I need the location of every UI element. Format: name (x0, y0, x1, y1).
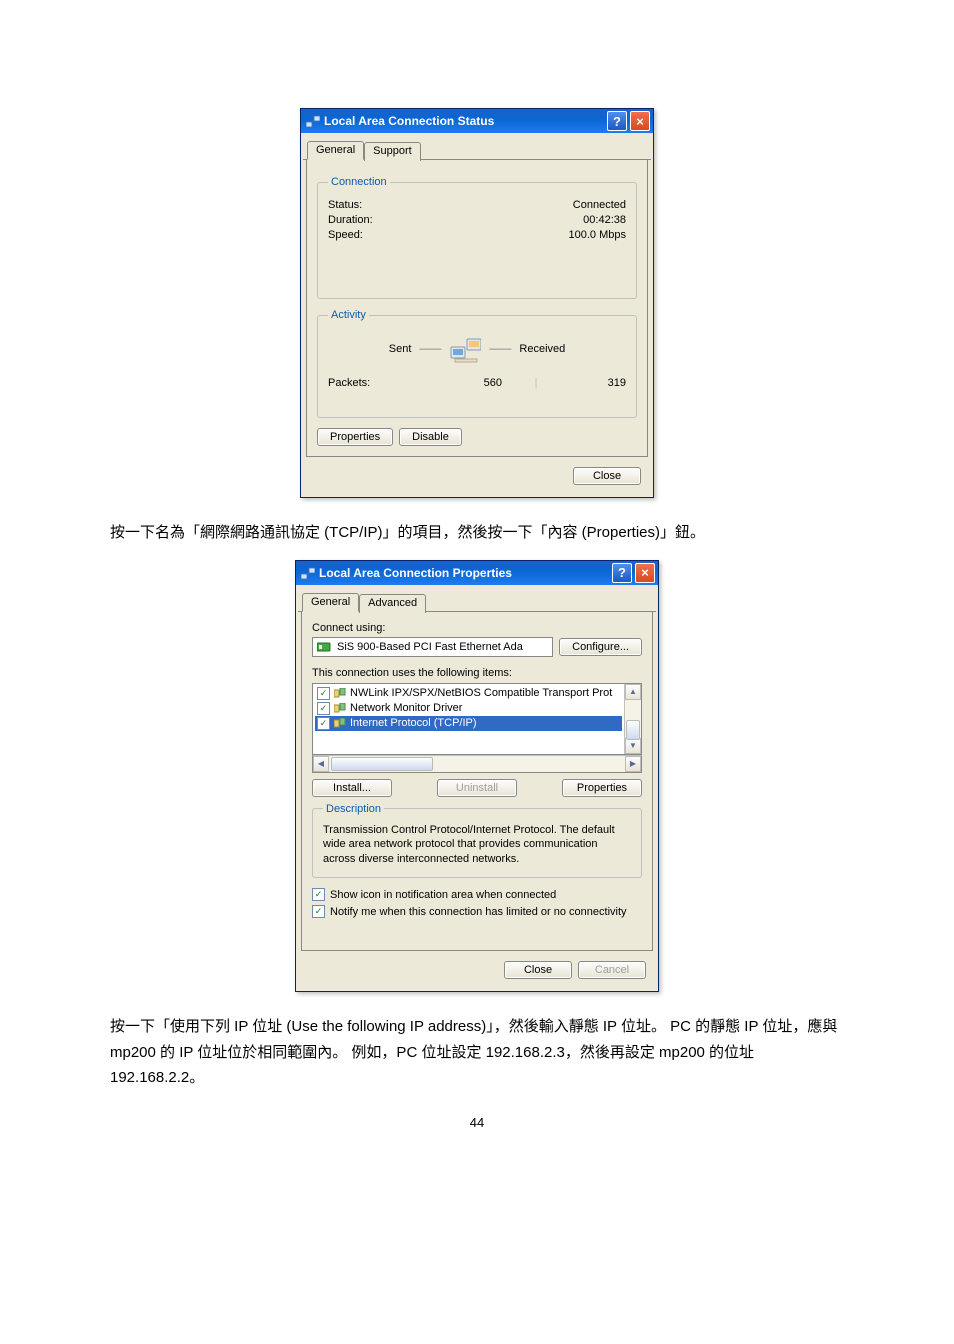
status-label: Status: (328, 199, 362, 211)
description-legend: Description (323, 803, 384, 815)
sent-label: Sent (389, 343, 412, 355)
scroll-track[interactable] (329, 756, 625, 772)
packets-sent: 560 (442, 377, 516, 389)
props-general-panel: Connect using: SiS 900-Based PCI Fast Et… (301, 612, 653, 952)
adapter-field: SiS 900-Based PCI Fast Ethernet Ada (312, 637, 553, 657)
horizontal-scrollbar[interactable]: ◀ ▶ (312, 755, 642, 773)
nic-icon (317, 642, 331, 652)
protocol-icon (334, 718, 346, 728)
scroll-track[interactable] (625, 700, 641, 738)
components-list[interactable]: ✓ NWLink IPX/SPX/NetBIOS Compatible Tran… (312, 683, 642, 755)
status-dialog: Local Area Connection Status ? × General… (300, 108, 654, 498)
help-button[interactable]: ? (612, 563, 632, 583)
checkbox-icon[interactable]: ✓ (312, 888, 325, 901)
paragraph-1: 按一下名為「網際網路通訊協定 (TCP/IP)」的項目，然後按一下「內容 (Pr… (110, 520, 844, 546)
list-item-label: Internet Protocol (TCP/IP) (350, 717, 477, 729)
list-item[interactable]: ✓ NWLink IPX/SPX/NetBIOS Compatible Tran… (315, 686, 622, 701)
scroll-thumb[interactable] (626, 720, 640, 740)
configure-button[interactable]: Configure... (559, 638, 642, 656)
activity-computers-icon (449, 333, 481, 365)
paragraph-2: 按一下「使用下列 IP 位址 (Use the following IP add… (110, 1014, 844, 1091)
tab-general[interactable]: General (307, 141, 364, 160)
page-number: 44 (110, 1115, 844, 1130)
activity-legend: Activity (328, 309, 369, 321)
props-title: Local Area Connection Properties (319, 566, 609, 580)
adapter-name: SiS 900-Based PCI Fast Ethernet Ada (337, 641, 523, 653)
scroll-right-icon[interactable]: ▶ (625, 756, 641, 772)
status-general-panel: Connection Status: Connected Duration: 0… (306, 160, 648, 457)
show-icon-label: Show icon in notification area when conn… (330, 889, 556, 901)
status-titlebar[interactable]: Local Area Connection Status ? × (301, 109, 653, 133)
tab-general[interactable]: General (302, 593, 359, 612)
props-titlebar[interactable]: Local Area Connection Properties ? × (296, 561, 658, 585)
description-group: Description Transmission Control Protoco… (312, 803, 642, 879)
tab-support[interactable]: Support (364, 142, 421, 161)
dash-left: —— (419, 343, 441, 355)
description-text: Transmission Control Protocol/Internet P… (323, 823, 631, 868)
item-properties-button[interactable]: Properties (562, 779, 642, 797)
status-value: Connected (573, 199, 626, 211)
properties-button[interactable]: Properties (317, 428, 393, 446)
help-button[interactable]: ? (607, 111, 627, 131)
received-label: Received (519, 343, 565, 355)
notify-row[interactable]: ✓ Notify me when this connection has lim… (312, 905, 642, 918)
close-x-button[interactable]: × (630, 111, 650, 131)
checkbox-icon[interactable]: ✓ (317, 687, 330, 700)
scroll-left-icon[interactable]: ◀ (313, 756, 329, 772)
items-label: This connection uses the following items… (312, 667, 642, 679)
connection-group: Connection Status: Connected Duration: 0… (317, 176, 637, 299)
checkbox-icon[interactable]: ✓ (317, 702, 330, 715)
show-icon-row[interactable]: ✓ Show icon in notification area when co… (312, 888, 642, 901)
disable-button[interactable]: Disable (399, 428, 462, 446)
vertical-scrollbar[interactable]: ▲ ▼ (624, 684, 642, 754)
network-icon (301, 566, 315, 580)
checkbox-icon[interactable]: ✓ (312, 905, 325, 918)
list-item[interactable]: ✓ Network Monitor Driver (315, 701, 622, 716)
status-title: Local Area Connection Status (324, 114, 604, 128)
list-item-label: Network Monitor Driver (350, 702, 462, 714)
list-item-selected[interactable]: ✓ Internet Protocol (TCP/IP) (315, 716, 622, 731)
connection-legend: Connection (328, 176, 390, 188)
network-icon (306, 114, 320, 128)
props-tabs: General Advanced (298, 587, 656, 612)
cancel-button[interactable]: Cancel (578, 961, 646, 979)
activity-group: Activity Sent —— (317, 309, 637, 418)
close-button[interactable]: Close (573, 467, 641, 485)
tab-advanced[interactable]: Advanced (359, 594, 426, 613)
packets-received: 319 (556, 377, 626, 389)
dash-right: —— (489, 343, 511, 355)
properties-dialog: Local Area Connection Properties ? × Gen… (295, 560, 659, 993)
close-button[interactable]: Close (504, 961, 572, 979)
packets-divider: | (516, 377, 556, 389)
duration-value: 00:42:38 (583, 214, 626, 226)
list-item-label: NWLink IPX/SPX/NetBIOS Compatible Transp… (350, 687, 612, 699)
protocol-icon (334, 703, 346, 713)
status-tabs: General Support (303, 135, 651, 160)
uninstall-button[interactable]: Uninstall (437, 779, 517, 797)
speed-label: Speed: (328, 229, 363, 241)
install-button[interactable]: Install... (312, 779, 392, 797)
protocol-icon (334, 688, 346, 698)
scroll-thumb[interactable] (331, 757, 433, 771)
packets-label: Packets: (328, 377, 442, 389)
duration-label: Duration: (328, 214, 373, 226)
document-page: Local Area Connection Status ? × General… (0, 0, 954, 1190)
close-x-button[interactable]: × (635, 563, 655, 583)
connect-using-label: Connect using: (312, 622, 642, 634)
speed-value: 100.0 Mbps (569, 229, 626, 241)
notify-label: Notify me when this connection has limit… (330, 906, 627, 918)
scroll-down-icon[interactable]: ▼ (625, 738, 641, 754)
checkbox-icon[interactable]: ✓ (317, 717, 330, 730)
scroll-up-icon[interactable]: ▲ (625, 684, 641, 700)
